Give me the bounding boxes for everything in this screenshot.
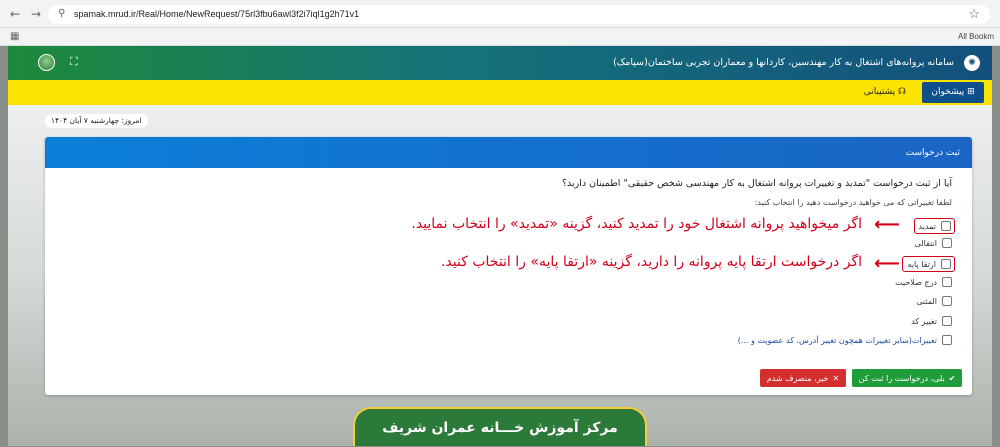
address-bar[interactable]: ⚲ spamak.mrud.ir/Real/Home/NewRequest/75… (48, 5, 990, 24)
option-label: تمدید (918, 221, 936, 231)
option-upgrade[interactable]: ارتقا پایه (902, 256, 955, 272)
main-nav-bar: ⊞ پیشخوان ☊ پشتیبانی (8, 80, 992, 105)
all-bookmarks-link[interactable]: All Bookm (958, 32, 994, 41)
renew-annotation: اگر میخواهید پروانه اشتغال خود را تمدید … (411, 216, 862, 232)
fullscreen-icon[interactable]: ⛶ (70, 55, 78, 69)
site-info-icon[interactable]: ⚲ (58, 8, 65, 19)
browser-toolbar: ← → ⚲ spamak.mrud.ir/Real/Home/NewReques… (0, 0, 1000, 28)
instruction-text: لطفا تغییراتی که می خواهید درخواست دهید … (754, 198, 952, 207)
option-label: درج صلاحیت (895, 277, 937, 287)
support-label: پشتیبانی (863, 87, 896, 97)
confirm-question: آیا از ثبت درخواست "تمدید و تغییرات پروا… (562, 178, 952, 189)
renew-checkbox[interactable] (941, 221, 951, 231)
option-other-changes[interactable]: تغییرات(سایر تغییرات همچون تغییر آدرس، ک… (738, 333, 952, 347)
arrow-left-icon: ⟵ (874, 253, 900, 274)
change-code-checkbox[interactable] (942, 316, 952, 326)
option-label: تغییرات(سایر تغییرات همچون تغییر آدرس، ک… (737, 335, 937, 345)
other-changes-checkbox[interactable] (942, 335, 952, 345)
no-label: خیر، منصرف شدم (766, 373, 829, 383)
support-link[interactable]: ☊ پشتیبانی (864, 87, 906, 97)
avatar[interactable] (38, 54, 55, 71)
dashboard-icon: ⊞ (967, 87, 975, 97)
transfer-checkbox[interactable] (942, 238, 952, 248)
option-label: انتقالی (914, 238, 937, 248)
add-competence-checkbox[interactable] (942, 277, 952, 287)
dashboard-label: پیشخوان (931, 87, 965, 97)
option-label: ارتقا پایه (907, 259, 936, 269)
option-duplicate[interactable]: المثنی (916, 294, 952, 308)
date-badge: امروز: چهارشنبه ۷ آبان ۱۴۰۴ (45, 114, 148, 128)
back-arrow-icon[interactable]: ← (10, 7, 20, 21)
watermark-badge: مرکز آموزش خـــانه عمران شریف (353, 407, 647, 446)
arrow-left-icon: ⟵ (874, 214, 900, 235)
dashboard-button[interactable]: ⊞ پیشخوان (922, 82, 984, 103)
option-transfer[interactable]: انتقالی (915, 236, 952, 250)
check-icon: ✔ (948, 373, 956, 383)
option-add-competence[interactable]: درج صلاحیت (895, 275, 952, 289)
upgrade-checkbox[interactable] (941, 259, 951, 269)
option-renew[interactable]: تمدید (913, 218, 955, 234)
bookmark-star-icon[interactable]: ☆ (968, 6, 980, 22)
option-label: تغییر کد (911, 316, 937, 326)
confirm-no-button[interactable]: ✕ خیر، منصرف شدم (760, 369, 846, 387)
bookmarks-bar: ▦ All Bookm (0, 28, 1000, 46)
confirm-yes-button[interactable]: ✔ بلی، درخواست را ثبت کن (852, 369, 962, 387)
upgrade-annotation: اگر درخواست ارتقا پایه پروانه را دارید، … (440, 254, 862, 270)
close-icon: ✕ (832, 373, 840, 383)
url-text: spamak.mrud.ir/Real/Home/NewRequest/75rl… (74, 9, 360, 19)
forward-arrow-icon[interactable]: → (31, 7, 41, 21)
apps-grid-icon[interactable]: ▦ (10, 31, 19, 42)
site-title: سامانه پروانه‌های اشتغال به کار مهندسین،… (613, 57, 954, 68)
option-change-code[interactable]: تغییر کد (911, 314, 952, 328)
emblem-icon: ✺ (964, 55, 980, 71)
card-header: ثبت درخواست (45, 137, 972, 168)
card-title: ثبت درخواست (905, 148, 960, 158)
yes-label: بلی، درخواست را ثبت کن (858, 373, 945, 383)
option-label: المثنی (916, 296, 937, 306)
headset-icon: ☊ (898, 87, 906, 97)
site-header: سامانه پروانه‌های اشتغال به کار مهندسین،… (8, 46, 992, 80)
request-card: ثبت درخواست آیا از ثبت درخواست "تمدید و … (45, 137, 972, 395)
duplicate-checkbox[interactable] (942, 296, 952, 306)
